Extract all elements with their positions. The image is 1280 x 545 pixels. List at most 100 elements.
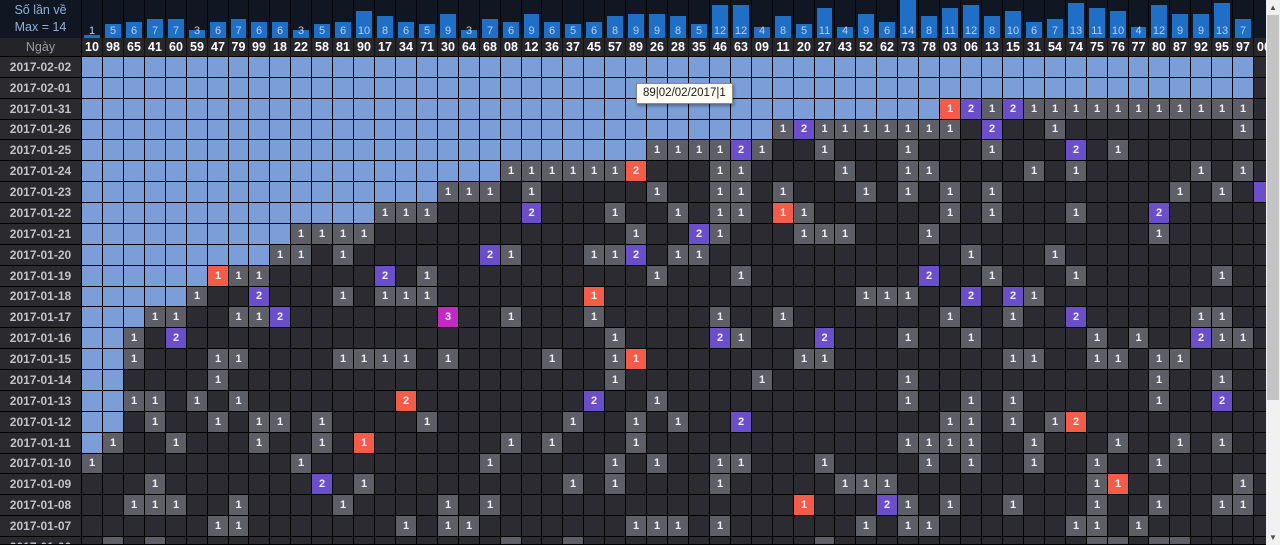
grid-cell[interactable]: [103, 454, 124, 474]
grid-cell[interactable]: [396, 370, 417, 391]
grid-cell[interactable]: [877, 161, 898, 182]
grid-cell[interactable]: [312, 140, 333, 161]
grid-cell[interactable]: [522, 287, 542, 307]
grid-cell[interactable]: [815, 182, 835, 203]
grid-cell[interactable]: [1045, 454, 1066, 474]
grid-cell[interactable]: [647, 307, 668, 328]
grid-cell[interactable]: [815, 203, 835, 224]
grid-cell[interactable]: [794, 78, 815, 99]
grid-cell[interactable]: [563, 245, 584, 266]
grid-cell[interactable]: [270, 78, 291, 99]
grid-cell[interactable]: 1: [647, 454, 668, 474]
grid-cell[interactable]: [333, 203, 354, 224]
grid-cell[interactable]: 1: [856, 474, 877, 495]
grid-cell[interactable]: [375, 328, 396, 349]
grid-cell[interactable]: [542, 307, 563, 328]
grid-cell[interactable]: [166, 454, 187, 474]
grid-cell[interactable]: [584, 182, 605, 203]
grid-cell[interactable]: [626, 307, 647, 328]
grid-cell[interactable]: 1: [480, 495, 501, 516]
grid-cell[interactable]: [1191, 182, 1212, 203]
grid-cell[interactable]: 1: [459, 182, 480, 203]
grid-cell[interactable]: [187, 203, 208, 224]
grid-cell[interactable]: [794, 266, 815, 287]
grid-cell[interactable]: [145, 203, 166, 224]
grid-cell[interactable]: 1: [940, 203, 961, 224]
grid-cell[interactable]: [480, 349, 501, 370]
grid-cell[interactable]: [961, 266, 982, 287]
grid-cell[interactable]: [1003, 328, 1024, 349]
grid-cell[interactable]: [1129, 140, 1149, 161]
grid-cell[interactable]: [773, 370, 794, 391]
grid-cell[interactable]: [982, 161, 1003, 182]
grid-cell[interactable]: [166, 57, 187, 78]
grid-cell[interactable]: 1: [773, 182, 794, 203]
grid-cell[interactable]: [229, 99, 249, 120]
grid-cell[interactable]: [270, 474, 291, 495]
grid-cell[interactable]: 1: [877, 120, 898, 140]
grid-cell[interactable]: [1212, 454, 1233, 474]
grid-cell[interactable]: [647, 203, 668, 224]
grid-cell[interactable]: [794, 433, 815, 454]
grid-cell[interactable]: [1024, 120, 1045, 140]
grid-cell[interactable]: [626, 120, 647, 140]
grid-cell[interactable]: [584, 537, 605, 545]
grid-cell[interactable]: [1003, 203, 1024, 224]
grid-cell[interactable]: [480, 203, 501, 224]
grid-cell[interactable]: [752, 182, 773, 203]
number-header-cell[interactable]: 57: [605, 38, 626, 57]
grid-cell[interactable]: [1045, 474, 1066, 495]
grid-cell[interactable]: [1149, 266, 1170, 287]
grid-cell[interactable]: [563, 328, 584, 349]
grid-cell[interactable]: [1024, 412, 1045, 433]
grid-cell[interactable]: [856, 57, 877, 78]
grid-cell[interactable]: [1024, 516, 1045, 537]
grid-cell[interactable]: [1170, 454, 1191, 474]
grid-cell[interactable]: [542, 57, 563, 78]
grid-cell[interactable]: [1045, 57, 1066, 78]
grid-cell[interactable]: 1: [417, 412, 438, 433]
grid-cell[interactable]: 1: [961, 433, 982, 454]
grid-cell[interactable]: [438, 391, 459, 412]
grid-cell[interactable]: [1066, 537, 1087, 545]
grid-cell[interactable]: [208, 328, 229, 349]
grid-cell[interactable]: 1: [1087, 516, 1108, 537]
grid-cell[interactable]: [501, 57, 522, 78]
grid-cell[interactable]: [1108, 516, 1129, 537]
grid-cell[interactable]: [1149, 537, 1170, 545]
grid-cell[interactable]: [1045, 203, 1066, 224]
grid-cell[interactable]: [563, 349, 584, 370]
grid-cell[interactable]: [982, 78, 1003, 99]
grid-cell[interactable]: [291, 161, 312, 182]
grid-cell[interactable]: [187, 474, 208, 495]
grid-cell[interactable]: [1129, 454, 1149, 474]
grid-cell[interactable]: [605, 433, 626, 454]
grid-cell[interactable]: [815, 433, 835, 454]
grid-cell[interactable]: [417, 224, 438, 245]
grid-cell[interactable]: [815, 161, 835, 182]
grid-cell[interactable]: [270, 454, 291, 474]
grid-cell[interactable]: [82, 57, 103, 78]
grid-cell[interactable]: [1212, 78, 1233, 99]
grid-cell[interactable]: 1: [982, 266, 1003, 287]
grid-cell[interactable]: 1: [1003, 349, 1024, 370]
grid-cell[interactable]: [647, 287, 668, 307]
grid-cell[interactable]: [82, 120, 103, 140]
grid-cell[interactable]: 1: [563, 161, 584, 182]
grid-cell[interactable]: [249, 140, 270, 161]
grid-cell[interactable]: [940, 349, 961, 370]
grid-cell[interactable]: 1: [668, 516, 689, 537]
grid-cell[interactable]: [1149, 474, 1170, 495]
grid-cell[interactable]: [417, 245, 438, 266]
grid-cell[interactable]: [375, 224, 396, 245]
grid-cell[interactable]: 1: [1212, 307, 1233, 328]
grid-cell[interactable]: [919, 370, 940, 391]
grid-cell[interactable]: [229, 182, 249, 203]
grid-cell[interactable]: [1129, 412, 1149, 433]
grid-cell[interactable]: [668, 349, 689, 370]
grid-cell[interactable]: [270, 349, 291, 370]
grid-cell[interactable]: [689, 433, 710, 454]
grid-cell[interactable]: [145, 78, 166, 99]
grid-cell[interactable]: [856, 224, 877, 245]
grid-cell[interactable]: [961, 57, 982, 78]
